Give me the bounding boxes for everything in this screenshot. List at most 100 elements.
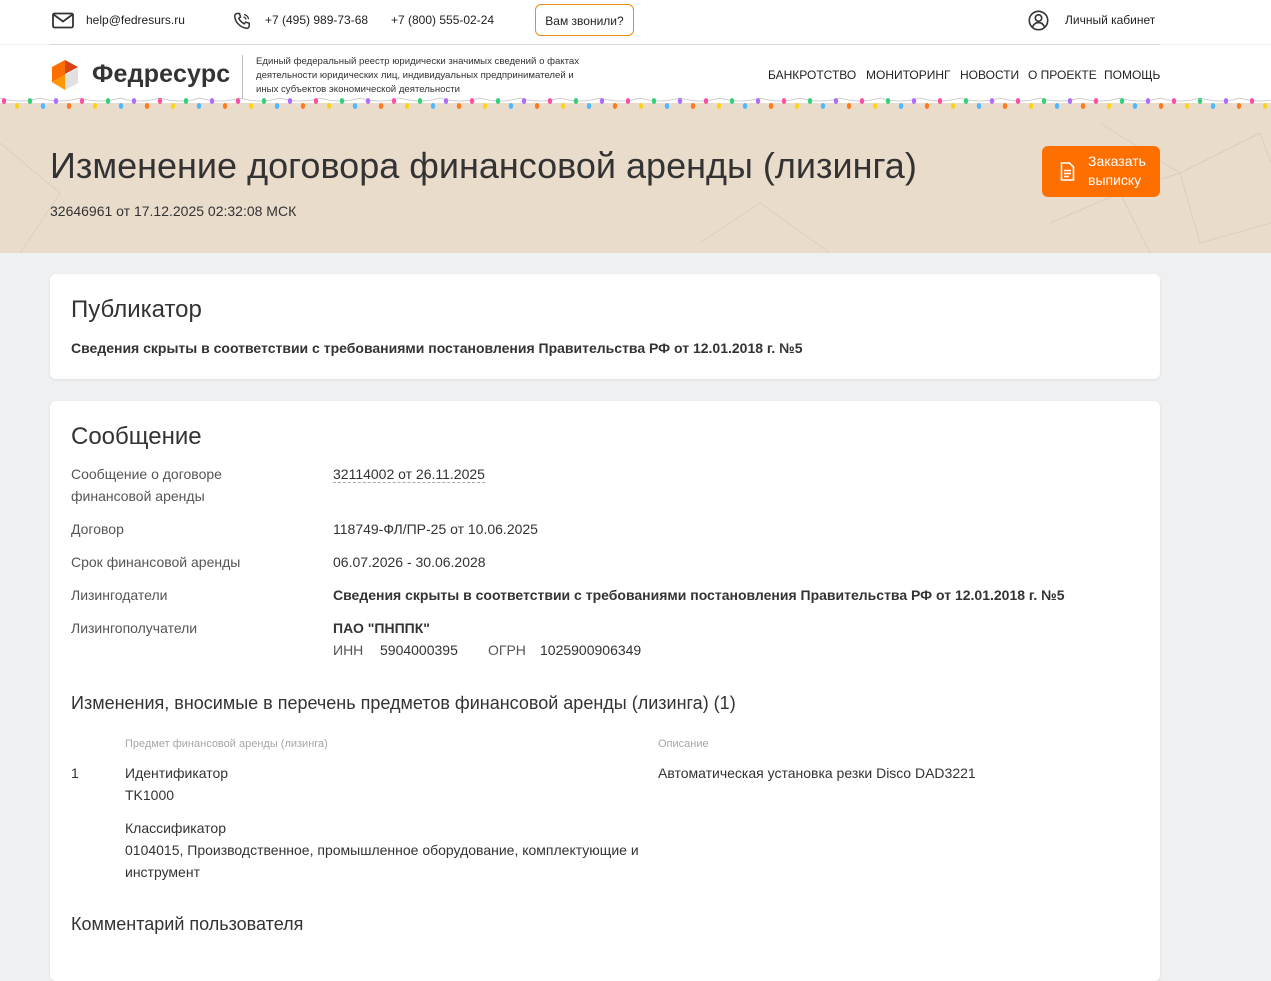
phone-2[interactable]: +7 (800) 555-02-24 xyxy=(391,13,494,27)
fedresurs-logo-icon[interactable] xyxy=(50,59,80,92)
garland-light xyxy=(807,98,813,104)
garland-light xyxy=(586,103,592,109)
garland-light xyxy=(1028,103,1034,109)
garland-light xyxy=(911,98,917,104)
garland-light xyxy=(1106,103,1112,109)
call-back-button[interactable]: Вам звонили? xyxy=(535,4,634,36)
garland-light xyxy=(482,103,488,109)
order-extract-button[interactable]: Заказать выписку xyxy=(1042,146,1160,197)
garland-light xyxy=(742,103,748,109)
garland-light xyxy=(196,103,202,109)
garland-light xyxy=(391,98,397,104)
row-number: 1 xyxy=(71,765,79,781)
garland-light xyxy=(989,98,995,104)
row-classifier-label: Классификатор xyxy=(125,820,227,836)
field-label-lessees: Лизингополучатели xyxy=(71,620,198,636)
field-value-contract: 118749-ФЛ/ПР-25 от 10.06.2025 xyxy=(333,521,538,537)
garland-light xyxy=(404,103,410,109)
field-value-lease-message[interactable]: 32114002 от 26.11.2025 xyxy=(333,466,485,483)
garland-light xyxy=(287,98,293,104)
garland-light xyxy=(846,103,852,109)
field-label-lease-message: Сообщение о договоре финансовой аренды xyxy=(71,466,222,504)
garland-decoration xyxy=(0,97,1271,109)
garland-light xyxy=(1041,98,1047,104)
garland-light xyxy=(222,103,228,109)
garland-light xyxy=(1145,98,1151,104)
garland-light xyxy=(235,98,241,104)
mail-icon xyxy=(52,12,74,29)
order-line-2: выписку xyxy=(1088,172,1142,188)
message-card: Сообщение Сообщение о договоре финансово… xyxy=(50,401,1160,981)
nav-monitoring[interactable]: МОНИТОРИНГ xyxy=(866,68,951,82)
garland-light xyxy=(144,103,150,109)
order-line-1: Заказать xyxy=(1088,153,1146,169)
lessee-inn-label: ИНН xyxy=(333,642,364,658)
publisher-title: Публикатор xyxy=(71,296,202,323)
garland-light xyxy=(300,103,306,109)
garland-light xyxy=(14,103,20,109)
garland-light xyxy=(1197,98,1203,104)
garland-light xyxy=(521,98,527,104)
document-icon xyxy=(1060,162,1075,181)
garland-light xyxy=(573,98,579,104)
garland-light xyxy=(1184,103,1190,109)
garland-light xyxy=(833,98,839,104)
field-value-lessee-name[interactable]: ПАО "ПНППК" xyxy=(333,620,430,636)
nav-news[interactable]: НОВОСТИ xyxy=(960,68,1019,82)
page-title: Изменение договора финансовой аренды (ли… xyxy=(50,145,917,186)
garland-light xyxy=(703,98,709,104)
garland-light xyxy=(1093,98,1099,104)
garland-light xyxy=(885,98,891,104)
garland-light xyxy=(1054,103,1060,109)
comment-title: Комментарий пользователя xyxy=(71,914,304,934)
garland-light xyxy=(1262,103,1268,109)
phone-icon xyxy=(233,12,250,30)
garland-light xyxy=(781,98,787,104)
row-classifier-value: 0104015, Производственное, промышленное … xyxy=(125,842,639,880)
garland-light xyxy=(27,98,33,104)
garland-light xyxy=(352,103,358,109)
garland-light xyxy=(690,103,696,109)
site-description: Единый федеральный реестр юридически зна… xyxy=(256,56,580,95)
user-icon[interactable] xyxy=(1028,10,1049,31)
lease-message-link[interactable]: 32114002 от 26.11.2025 xyxy=(333,466,485,483)
nav-about[interactable]: О ПРОЕКТЕ xyxy=(1028,68,1097,82)
personal-cabinet-link[interactable]: Личный кабинет xyxy=(1065,13,1155,27)
publisher-card: Публикатор Сведения скрыты в соответстви… xyxy=(50,274,1160,379)
email-link[interactable]: help@fedresurs.ru xyxy=(86,13,185,27)
garland-light xyxy=(716,103,722,109)
garland-light xyxy=(547,98,553,104)
changes-title: Изменения, вносимые в перечень предметов… xyxy=(71,693,736,713)
field-label-lease-term: Срок финансовой аренды xyxy=(71,554,241,570)
logo-text[interactable]: Федресурс xyxy=(92,60,230,89)
phone-1[interactable]: +7 (495) 989-73-68 xyxy=(265,13,368,27)
garland-light xyxy=(872,103,878,109)
garland-light xyxy=(534,103,540,109)
garland-light xyxy=(248,103,254,109)
garland-light xyxy=(469,98,475,104)
garland-light xyxy=(963,98,969,104)
garland-light xyxy=(508,103,514,109)
garland-light xyxy=(209,98,215,104)
garland-light xyxy=(677,98,683,104)
garland-light xyxy=(79,98,85,104)
garland-light xyxy=(339,98,345,104)
garland-light xyxy=(898,103,904,109)
nav-bankruptcy[interactable]: БАНКРОТСТВО xyxy=(768,68,856,82)
garland-light xyxy=(40,103,46,109)
garland-light xyxy=(274,103,280,109)
garland-light xyxy=(313,98,319,104)
garland-light xyxy=(430,103,436,109)
garland-light xyxy=(1210,103,1216,109)
row-description: Автоматическая установка резки Disco DAD… xyxy=(658,765,976,781)
nav-help[interactable]: ПОМОЩЬ xyxy=(1104,68,1160,82)
garland-light xyxy=(131,98,137,104)
lessee-inn: 5904000395 xyxy=(380,642,458,658)
row-id-value: TK1000 xyxy=(125,787,175,803)
garland-light xyxy=(612,103,618,109)
garland-light xyxy=(638,103,644,109)
publisher-hidden-notice: Сведения скрыты в соответствии с требова… xyxy=(71,340,803,356)
message-number-date: 32646961 от 17.12.2025 02:32:08 МСК xyxy=(50,203,297,219)
garland-light xyxy=(937,98,943,104)
garland-light xyxy=(664,103,670,109)
